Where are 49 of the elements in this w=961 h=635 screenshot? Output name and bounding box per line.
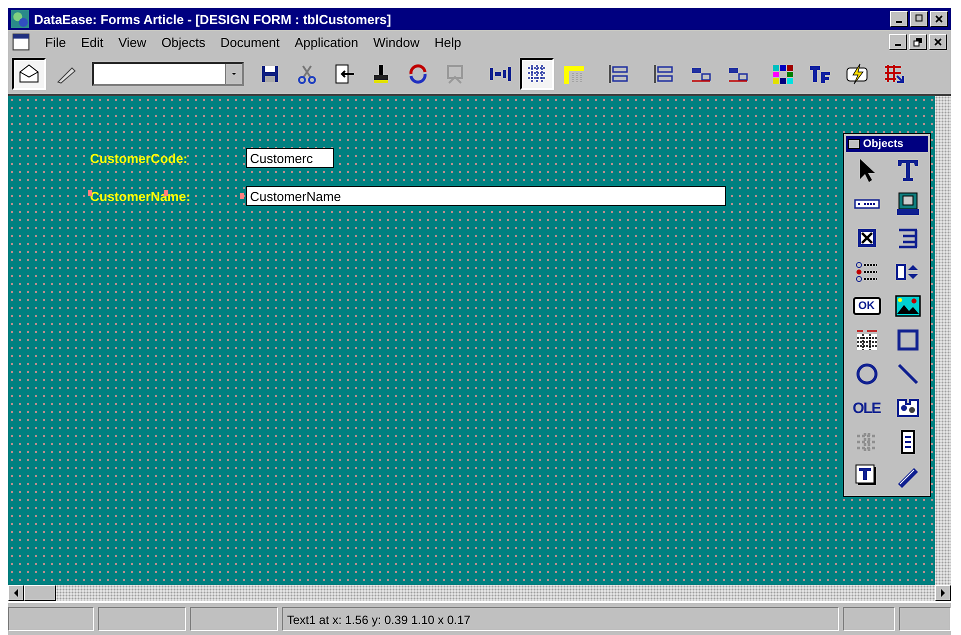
field-label[interactable]: CustomerCode: xyxy=(90,150,246,166)
input-field[interactable]: Customerc xyxy=(246,148,334,168)
palette-title: Objects xyxy=(863,138,904,150)
minimize-button[interactable] xyxy=(889,34,907,50)
status-panel xyxy=(899,607,951,631)
vertical-scrollbar[interactable] xyxy=(935,96,951,585)
app-icon xyxy=(11,10,29,28)
palette-icon xyxy=(771,62,795,86)
scroll-left-button[interactable] xyxy=(8,585,24,601)
menu-item[interactable]: View xyxy=(118,34,146,50)
menu-item[interactable]: File xyxy=(45,34,66,50)
mode-button[interactable] xyxy=(12,58,46,90)
grid-button[interactable] xyxy=(520,58,554,90)
close-icon xyxy=(934,14,944,24)
combo-box[interactable] xyxy=(92,62,244,86)
lightning-icon xyxy=(845,62,869,86)
close-icon xyxy=(933,37,943,47)
button-tool[interactable]: OK xyxy=(852,297,880,315)
menu-item[interactable]: Application xyxy=(294,34,358,50)
minimize-icon xyxy=(896,21,902,23)
scroll-right-button[interactable] xyxy=(935,585,951,601)
ole-tool[interactable]: OLE xyxy=(852,394,880,422)
close-button[interactable] xyxy=(930,11,948,27)
close-button[interactable] xyxy=(929,34,947,50)
menu-item[interactable]: Help xyxy=(434,34,462,50)
menu-item[interactable]: Objects xyxy=(161,34,206,50)
minimize-button[interactable] xyxy=(890,11,908,27)
scroll-thumb[interactable] xyxy=(24,585,56,601)
restore-icon xyxy=(913,37,923,47)
status-panel xyxy=(843,607,895,631)
left-arrow-icon xyxy=(14,589,18,597)
input-field[interactable]: CustomerName xyxy=(246,186,726,206)
maximize-icon xyxy=(914,14,924,24)
field-label[interactable]: CustomerName: xyxy=(90,188,246,204)
window-title: DataEase: Forms Article - [DESIGN FORM : tblCustomers] xyxy=(34,12,392,26)
dropdown-arrow-icon[interactable] xyxy=(230,70,238,78)
align-icon xyxy=(652,62,676,86)
document-icon[interactable] xyxy=(12,33,30,51)
align-icon xyxy=(607,62,631,86)
maximize-button[interactable] xyxy=(910,11,928,27)
restore-button[interactable] xyxy=(909,34,927,50)
status-text: Text1 at x: 1.56 y: 0.39 1.10 x 0.17 xyxy=(282,607,839,631)
minimize-icon xyxy=(895,44,901,46)
menu-item[interactable]: Document xyxy=(220,34,280,50)
right-arrow-icon xyxy=(941,589,945,597)
table-icon xyxy=(882,62,906,86)
menu-item[interactable]: Window xyxy=(373,34,420,50)
menu-item[interactable]: Edit xyxy=(80,34,104,50)
control-menu-icon[interactable] xyxy=(848,139,860,149)
